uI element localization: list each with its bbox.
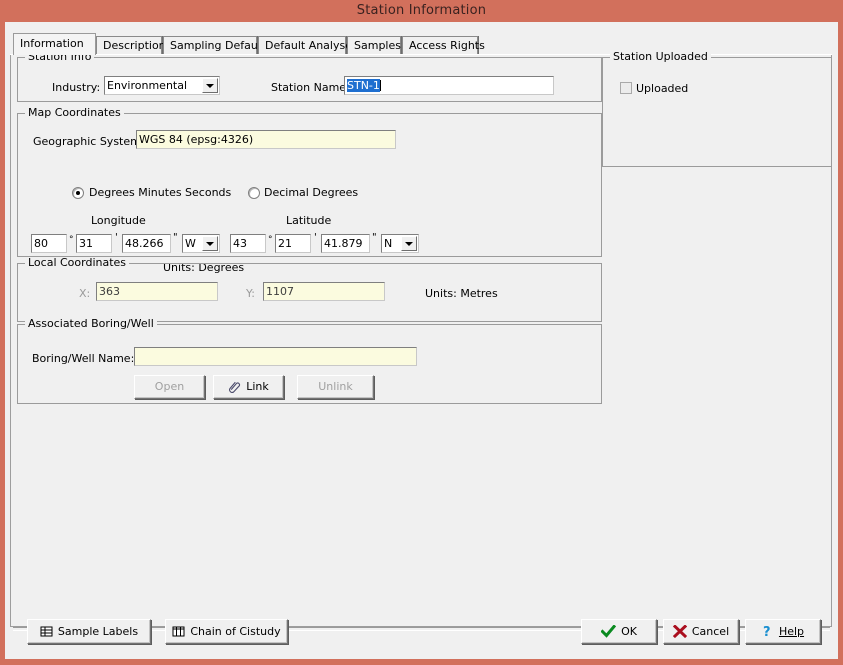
longitude-hemisphere-value: W	[185, 237, 196, 250]
svg-text:?: ?	[763, 625, 771, 638]
tab-label: Information	[20, 37, 84, 50]
local-y-input[interactable]: 1107	[263, 282, 385, 301]
longitude-second-symbol: "	[173, 231, 178, 245]
text-caret	[380, 80, 381, 91]
window-client-area: Information Description Sampling Default…	[5, 22, 838, 659]
group-map-coordinates-label: Map Coordinates	[25, 107, 124, 118]
longitude-seconds-input[interactable]: 48.266	[122, 234, 171, 253]
open-button[interactable]: Open	[134, 375, 205, 399]
radio-degrees-minutes-seconds-label: Degrees Minutes Seconds	[89, 186, 231, 200]
chevron-down-icon[interactable]	[202, 236, 218, 251]
help-accesskey: Help	[779, 625, 804, 638]
latitude-degree-symbol: °	[268, 233, 273, 247]
longitude-minutes-value: 31	[79, 237, 93, 250]
latitude-second-symbol: "	[372, 231, 377, 245]
local-x-input[interactable]: 363	[96, 282, 218, 301]
station-name-label: Station Name:	[271, 81, 350, 95]
tab-description[interactable]: Description	[96, 36, 162, 54]
group-station-uploaded: Station Uploaded	[602, 57, 832, 167]
tab-samples[interactable]: Samples	[347, 36, 401, 54]
radio-degrees-minutes-seconds[interactable]	[72, 187, 84, 199]
local-x-value: 363	[99, 285, 120, 298]
table-grid-icon	[40, 623, 53, 646]
latitude-hemisphere-value: N	[384, 237, 392, 250]
tab-label: Description	[103, 39, 166, 52]
open-button-label: Open	[155, 380, 184, 393]
tab-default-analyses[interactable]: Default Analyses	[258, 36, 346, 54]
tab-access-rights[interactable]: Access Rights	[402, 36, 478, 54]
boring-well-name-label: Boring/Well Name:	[32, 352, 134, 366]
chain-of-custody-button-label: Chain of Cistudy	[190, 625, 280, 638]
latitude-hemisphere-combobox[interactable]: N	[381, 234, 419, 253]
geographic-system-label: Geographic System:	[33, 135, 145, 149]
longitude-label: Longitude	[91, 214, 146, 228]
latitude-minute-symbol: '	[314, 231, 317, 245]
unlink-button-label: Unlink	[318, 380, 352, 393]
radio-decimal-degrees-label: Decimal Degrees	[264, 186, 358, 200]
question-mark-icon: ?	[762, 623, 774, 646]
tab-label: Default Analyses	[265, 39, 358, 52]
ok-button-label: OK	[621, 625, 637, 638]
latitude-seconds-value: 41.879	[324, 237, 363, 250]
window-title: Station Information	[357, 3, 486, 18]
help-button-label: Help	[779, 625, 804, 638]
group-local-coordinates-label: Local Coordinates	[25, 257, 129, 268]
local-units-label: Units: Metres	[425, 287, 498, 301]
window-titlebar: Station Information	[0, 0, 843, 22]
latitude-degrees-value: 43	[233, 237, 247, 250]
longitude-degrees-value: 80	[34, 237, 48, 250]
tab-information[interactable]: Information	[13, 33, 96, 55]
longitude-degree-symbol: °	[69, 233, 74, 247]
longitude-hemisphere-combobox[interactable]: W	[182, 234, 220, 253]
latitude-seconds-input[interactable]: 41.879	[321, 234, 370, 253]
unlink-button[interactable]: Unlink	[297, 375, 374, 399]
latitude-degrees-input[interactable]: 43	[230, 234, 266, 253]
chevron-down-icon[interactable]	[401, 236, 417, 251]
chevron-down-icon[interactable]	[202, 78, 218, 93]
longitude-minutes-input[interactable]: 31	[76, 234, 112, 253]
columns-grid-icon	[172, 623, 185, 646]
latitude-minutes-value: 21	[278, 237, 292, 250]
geographic-system-input[interactable]: WGS 84 (epsg:4326)	[136, 130, 396, 149]
geographic-system-value: WGS 84 (epsg:4326)	[139, 133, 253, 146]
link-button[interactable]: Link	[213, 375, 284, 399]
sample-labels-button[interactable]: Sample Labels	[27, 619, 151, 644]
latitude-label: Latitude	[286, 214, 331, 228]
station-name-input[interactable]: STN-1	[344, 76, 554, 95]
help-button[interactable]: ? Help	[745, 619, 821, 644]
sample-labels-button-label: Sample Labels	[58, 625, 138, 638]
industry-combobox-value: Environmental	[107, 79, 187, 92]
latitude-minutes-input[interactable]: 21	[275, 234, 311, 253]
cancel-button[interactable]: Cancel	[663, 619, 739, 644]
uploaded-checkbox[interactable]	[620, 82, 632, 94]
paperclip-icon	[228, 379, 241, 400]
industry-label: Industry:	[52, 81, 100, 95]
check-icon	[601, 623, 616, 646]
longitude-seconds-value: 48.266	[125, 237, 164, 250]
group-associated-boring-well-label: Associated Boring/Well	[25, 318, 157, 329]
group-station-uploaded-label: Station Uploaded	[610, 51, 711, 62]
station-information-window: Station Information Information Descript…	[0, 0, 843, 665]
boring-well-name-input[interactable]	[134, 347, 417, 366]
close-x-icon	[673, 623, 687, 646]
longitude-degrees-input[interactable]: 80	[31, 234, 67, 253]
industry-combobox[interactable]: Environmental	[104, 76, 220, 95]
local-y-label: Y:	[246, 287, 255, 301]
cancel-button-label: Cancel	[692, 625, 729, 638]
link-button-label: Link	[246, 380, 269, 393]
chain-of-custody-button[interactable]: Chain of Cistudy	[165, 619, 288, 644]
station-name-value: STN-1	[347, 79, 380, 92]
radio-decimal-degrees[interactable]	[248, 187, 260, 199]
tab-label: Access Rights	[409, 39, 485, 52]
longitude-minute-symbol: '	[115, 231, 118, 245]
tab-label: Sampling Defaults	[170, 39, 271, 52]
tab-label: Samples	[354, 39, 401, 52]
ok-button[interactable]: OK	[581, 619, 657, 644]
uploaded-checkbox-label: Uploaded	[636, 82, 688, 96]
local-y-value: 1107	[266, 285, 294, 298]
tab-sampling-defaults[interactable]: Sampling Defaults	[163, 36, 257, 54]
local-x-label: X:	[79, 287, 90, 301]
